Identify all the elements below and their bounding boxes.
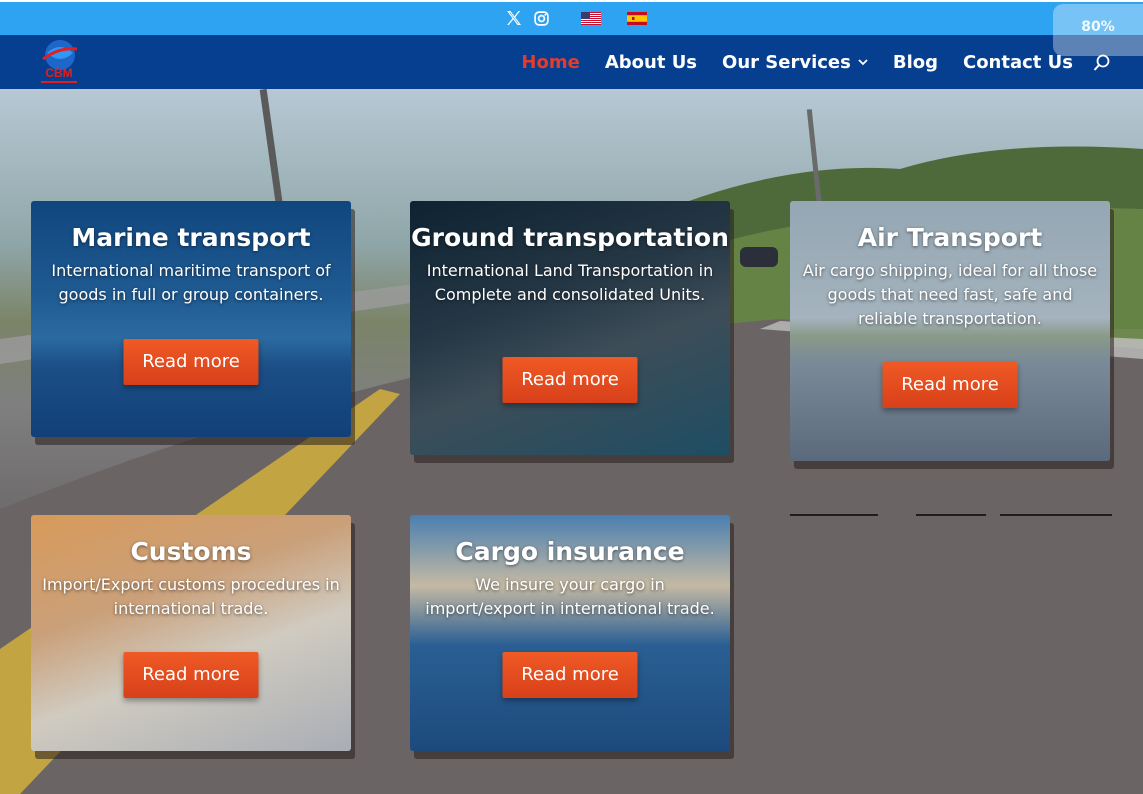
nav-home[interactable]: Home bbox=[521, 52, 579, 73]
nav-about-us[interactable]: About Us bbox=[605, 52, 697, 73]
decorative-divider bbox=[790, 514, 1112, 516]
cbm-logo[interactable]: CBM bbox=[37, 37, 81, 87]
instagram-icon[interactable] bbox=[534, 10, 549, 26]
read-more-button[interactable]: Read more bbox=[882, 362, 1018, 408]
card-title: Ground transportation bbox=[411, 223, 729, 252]
x-icon[interactable] bbox=[506, 10, 522, 26]
service-card-customs: Customs Import/Export customs procedures… bbox=[31, 515, 351, 751]
service-card-air: Air Transport Air cargo shipping, ideal … bbox=[790, 201, 1110, 461]
card-description: Import/Export customs procedures in inte… bbox=[42, 575, 340, 618]
read-more-button[interactable]: Read more bbox=[123, 652, 259, 698]
service-card-ground: Ground transportation International Land… bbox=[410, 201, 730, 455]
main-navbar: CBM Home About Us Our Services Blog Cont… bbox=[0, 35, 1143, 89]
top-bar: 80% bbox=[0, 0, 1143, 56]
chevron-down-icon bbox=[858, 58, 868, 65]
card-description: International Land Transportation in Com… bbox=[426, 261, 714, 304]
card-title: Marine transport bbox=[71, 223, 311, 252]
flag-es-icon[interactable] bbox=[627, 11, 647, 25]
service-card-marine: Marine transport International maritime … bbox=[31, 201, 351, 437]
nav-blog[interactable]: Blog bbox=[893, 52, 938, 73]
read-more-button[interactable]: Read more bbox=[502, 357, 638, 403]
flag-us-icon[interactable] bbox=[581, 11, 601, 25]
main-menu: Home About Us Our Services Blog Contact … bbox=[496, 35, 1073, 89]
nav-our-services[interactable]: Our Services bbox=[722, 52, 868, 73]
search-icon[interactable] bbox=[1093, 54, 1110, 72]
card-description: Air cargo shipping, ideal for all those … bbox=[802, 261, 1098, 328]
card-description: We insure your cargo in import/export in… bbox=[425, 575, 715, 618]
card-title: Air Transport bbox=[857, 223, 1043, 252]
read-more-button[interactable]: Read more bbox=[502, 652, 638, 698]
card-title: Cargo insurance bbox=[455, 537, 685, 566]
card-title: Customs bbox=[130, 537, 252, 566]
svg-text:CBM: CBM bbox=[45, 66, 72, 80]
service-card-insurance: Cargo insurance We insure your cargo in … bbox=[410, 515, 730, 751]
social-links bbox=[506, 8, 647, 28]
read-more-button[interactable]: Read more bbox=[123, 339, 259, 385]
hero-section: Marine transport International maritime … bbox=[0, 89, 1143, 794]
card-description: International maritime transport of good… bbox=[51, 261, 331, 304]
nav-contact-us[interactable]: Contact Us bbox=[963, 52, 1073, 73]
zoom-indicator: 80% bbox=[1053, 4, 1143, 56]
nav-our-services-label: Our Services bbox=[722, 51, 851, 73]
